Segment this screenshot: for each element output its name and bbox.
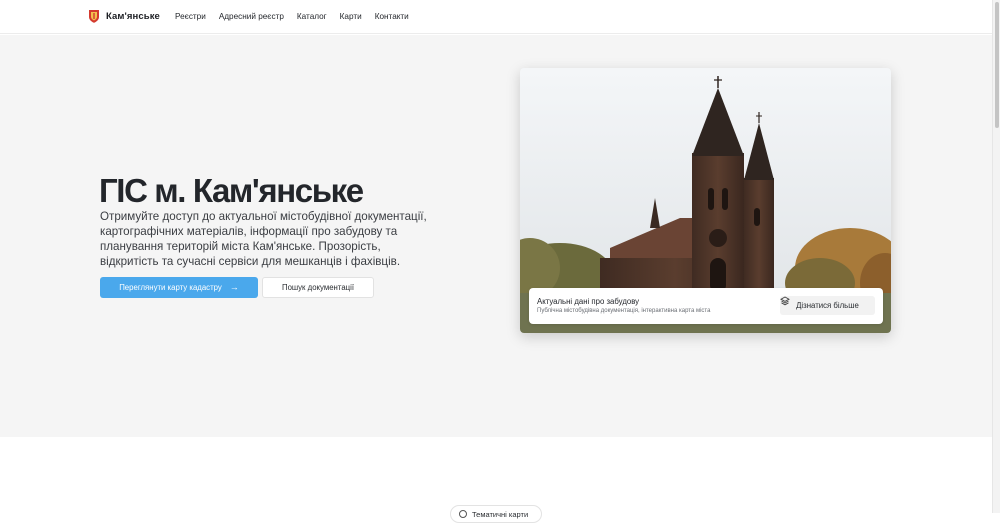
page-scrollbar[interactable]	[992, 0, 1000, 513]
map-pin-icon	[459, 510, 467, 518]
view-cadastre-map-button[interactable]: Переглянути карту кадастру →	[100, 277, 258, 298]
brand-name: Кам'янське	[106, 10, 160, 22]
photo-card: Актуальні дані про забудову Публічна міс…	[520, 68, 891, 333]
main-nav: Реєстри Адресний реєстр Каталог Карти Ко…	[175, 12, 409, 21]
caption-subtitle: Публічна містобудівна документація, інте…	[537, 308, 711, 314]
city-coat-of-arms-icon	[89, 10, 99, 23]
top-navbar: Кам'янське Реєстри Адресний реєстр Катал…	[0, 0, 992, 34]
nav-item-registries[interactable]: Реєстри	[175, 12, 206, 21]
hero-description: Отримуйте доступ до актуальної містобуді…	[100, 210, 427, 268]
nav-item-maps[interactable]: Карти	[340, 12, 362, 21]
nav-item-catalog[interactable]: Каталог	[297, 12, 327, 21]
photo-caption-panel: Актуальні дані про забудову Публічна міс…	[529, 288, 883, 324]
caption-title: Актуальні дані про забудову	[537, 297, 640, 306]
thematic-maps-chip[interactable]: Тематичні карти	[450, 505, 542, 523]
nav-item-address-registry[interactable]: Адресний реєстр	[219, 12, 284, 21]
layers-icon	[780, 296, 790, 306]
view-cadastre-map-label: Переглянути карту кадастру	[119, 283, 222, 292]
learn-more-button[interactable]: Дізнатися більше	[780, 296, 875, 315]
scrollbar-thumb[interactable]	[995, 2, 999, 128]
search-documentation-button[interactable]: Пошук документації	[262, 277, 374, 298]
nav-item-contacts[interactable]: Контакти	[375, 12, 409, 21]
arrow-right-icon: →	[229, 282, 239, 292]
learn-more-label: Дізнатися більше	[796, 301, 859, 310]
thematic-maps-label: Тематичні карти	[472, 509, 529, 519]
brand[interactable]: Кам'янське	[88, 9, 160, 23]
hero-title: ГІС м. Кам'янське	[99, 172, 364, 209]
search-documentation-label: Пошук документації	[281, 283, 355, 292]
